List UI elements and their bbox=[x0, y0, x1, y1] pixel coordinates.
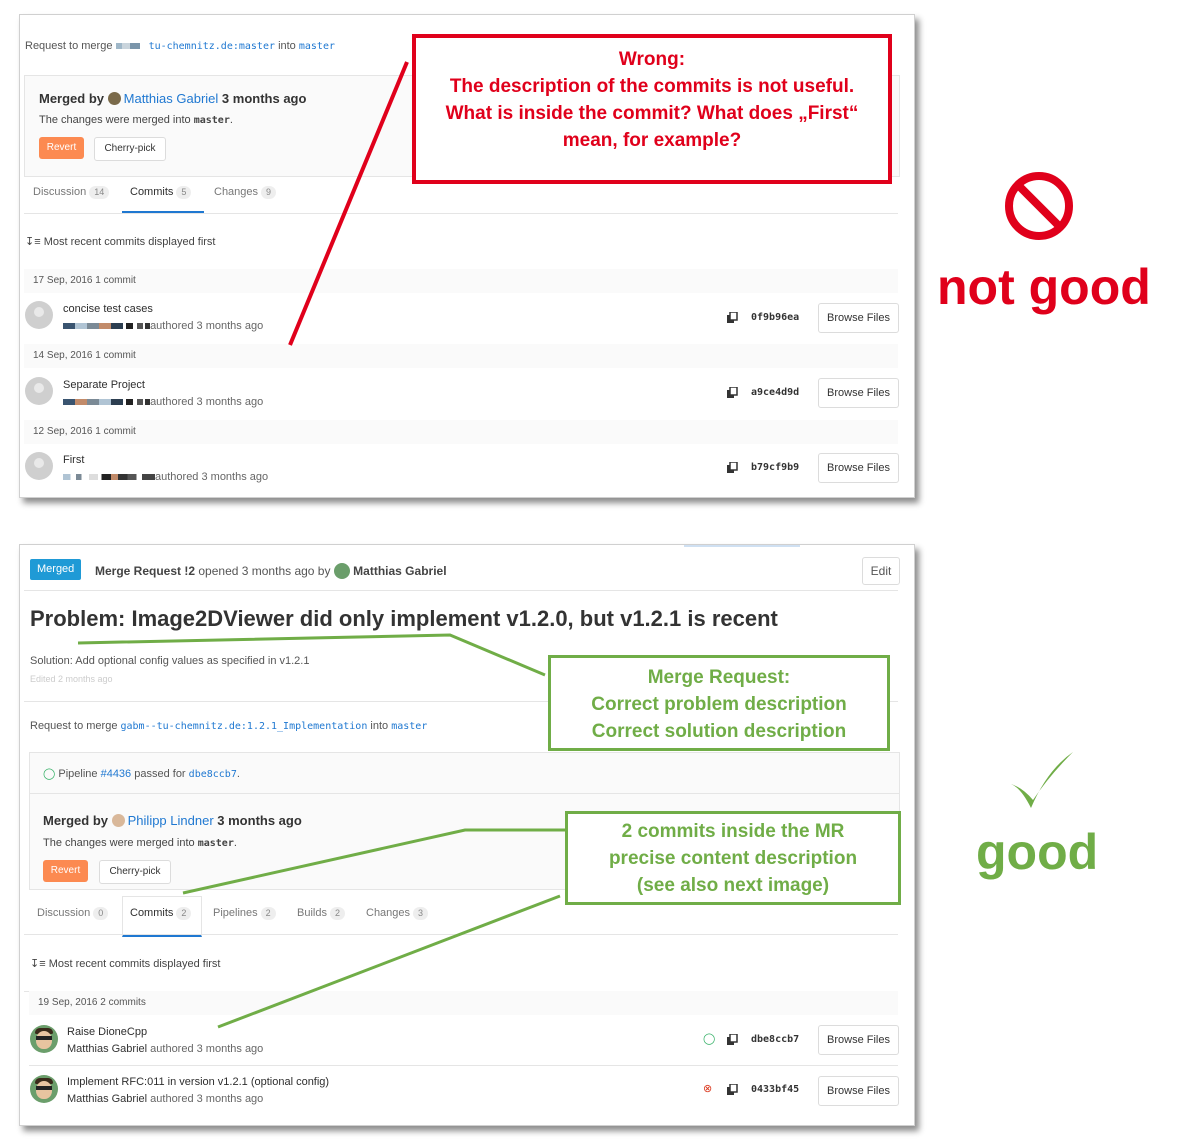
annotation-line: precise content description bbox=[608, 848, 858, 869]
checkmark-icon bbox=[1011, 752, 1073, 808]
good-label: good bbox=[976, 824, 1099, 880]
green-pointer-lines bbox=[77, 633, 566, 1029]
annotation-line: Correct solution description bbox=[591, 721, 847, 742]
annotation-line: (see also next image) bbox=[636, 875, 830, 896]
commits-annotation-box: 2 commits inside the MR precise content … bbox=[565, 811, 901, 905]
annotation-line: Correct problem description bbox=[591, 694, 847, 715]
merge-request-annotation-box: Merge Request: Correct problem descripti… bbox=[548, 655, 890, 751]
annotation-line: Merge Request: bbox=[647, 667, 791, 688]
annotation-line: 2 commits inside the MR bbox=[621, 821, 845, 842]
